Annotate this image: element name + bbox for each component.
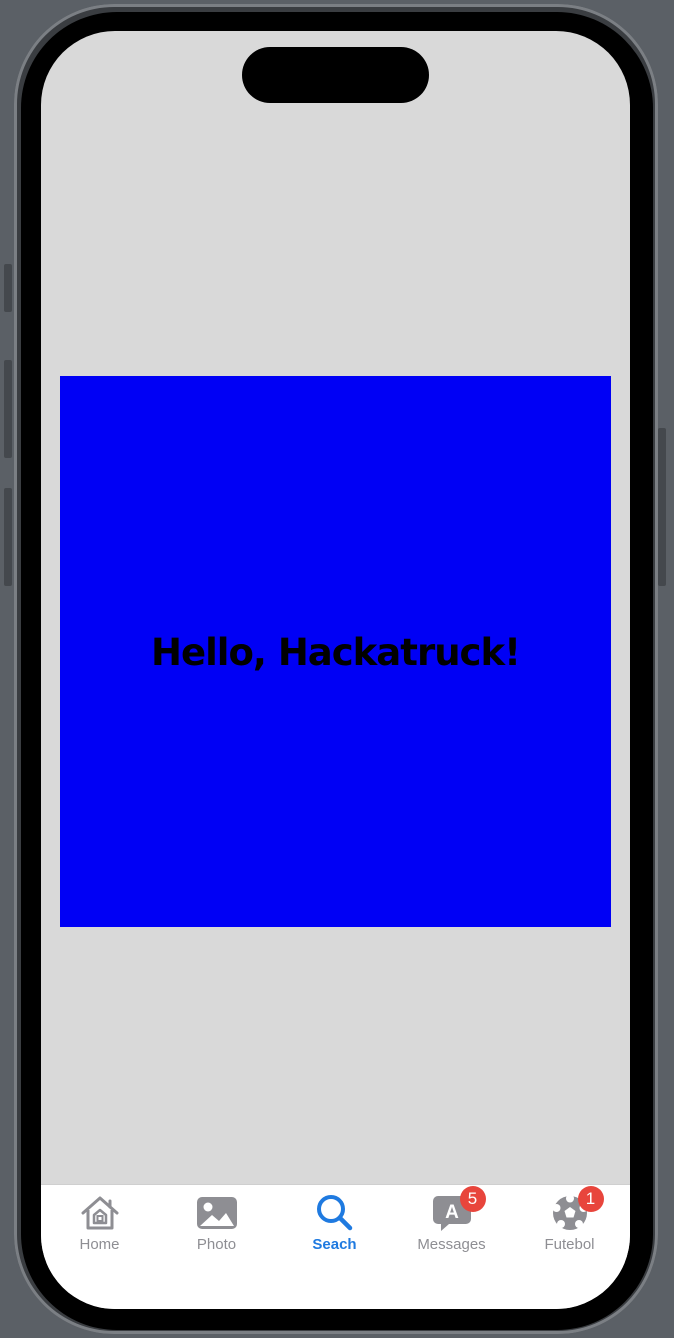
house-icon [78,1193,122,1233]
tab-futebol[interactable]: 1 Futebol [511,1186,628,1263]
tab-search[interactable]: Seach [276,1193,393,1263]
tab-photo-label: Photo [196,1236,237,1253]
tab-home[interactable]: Home [41,1193,158,1263]
blue-square: Hello, Hackatruck! [60,376,611,927]
action-button [4,264,12,312]
screen: Hello, Hackatruck! Home Photo Seach A 5 … [41,31,630,1309]
tab-messages-label: Messages [417,1236,486,1253]
tab-search-label: Seach [312,1236,357,1253]
magnifying-glass-icon [313,1193,357,1233]
tab-futebol-label: Futebol [544,1236,595,1253]
soccer-ball-icon: 1 [548,1186,604,1233]
dynamic-island [242,47,429,103]
tab-photo[interactable]: Photo [158,1193,275,1263]
tab-home-label: Home [79,1236,120,1253]
power-button [658,428,666,586]
tab-messages[interactable]: A 5 Messages [393,1186,510,1263]
message-bubble-glyph: A [445,1202,459,1223]
messages-badge: 5 [459,1186,486,1212]
volume-down-button [4,488,12,586]
volume-up-button [4,360,12,458]
message-bubble-icon: A 5 [430,1186,486,1233]
greeting-text: Hello, Hackatruck! [151,630,521,674]
tab-bar: Home Photo Seach A 5 Messages 1 Futebol [41,1184,630,1309]
photo-icon [195,1193,239,1233]
futebol-badge: 1 [577,1186,604,1212]
